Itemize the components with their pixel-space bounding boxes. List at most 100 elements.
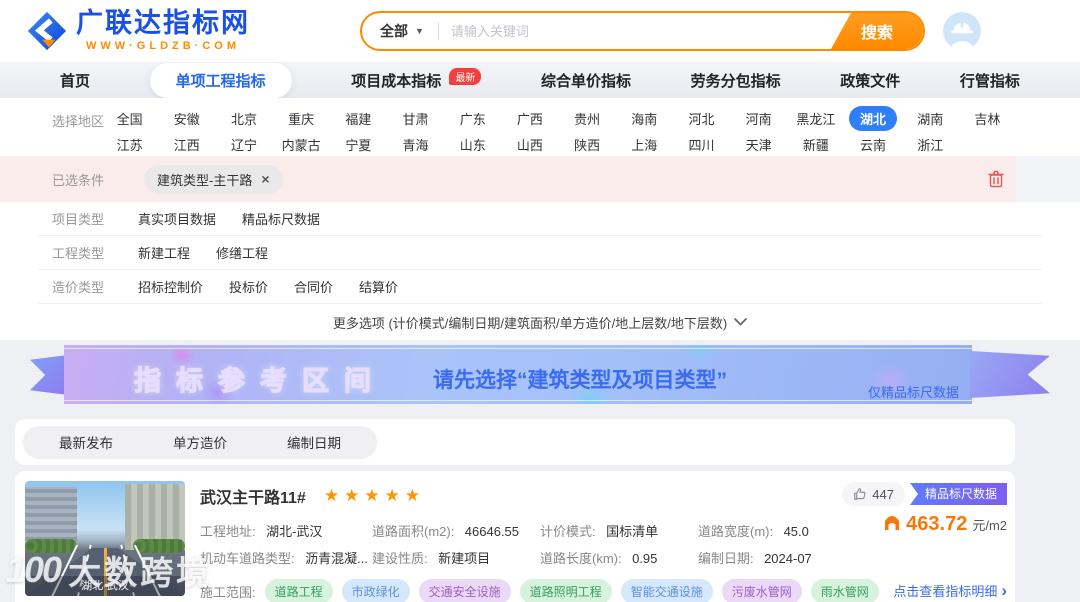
- condition-tag[interactable]: 建筑类型-主干路 ×: [144, 164, 283, 194]
- scope-tag[interactable]: 道路照明工程: [519, 579, 612, 602]
- trash-icon[interactable]: [988, 170, 1004, 188]
- region-option[interactable]: 浙江: [906, 132, 954, 157]
- region-option[interactable]: 四川: [677, 132, 725, 157]
- header: 广联达指标网 WWW·GLDZB·COM 全部 ▼ 搜索: [0, 0, 1080, 62]
- filter-option[interactable]: 精品标尺数据: [242, 209, 320, 228]
- region-option[interactable]: 广西: [506, 106, 554, 131]
- view-detail-link[interactable]: 点击查看指标明细 ›: [893, 581, 1007, 600]
- project-field: 工程地址: 湖北-武汉: [200, 521, 372, 541]
- site-logo[interactable]: 广联达指标网 WWW·GLDZB·COM: [26, 10, 250, 52]
- search-button[interactable]: 搜索: [831, 13, 923, 49]
- nav-item[interactable]: 政策文件: [840, 70, 900, 91]
- region-option[interactable]: 陕西: [563, 132, 611, 157]
- project-thumbnail[interactable]: 湖北-武汉: [25, 481, 185, 596]
- user-avatar[interactable]: [943, 12, 981, 50]
- quality-badge: 精品标尺数据: [909, 483, 1007, 505]
- region-option[interactable]: 江苏: [106, 132, 154, 157]
- nav-item-label: 项目成本指标: [351, 72, 442, 90]
- selected-conditions-label: 已选条件: [52, 172, 105, 188]
- nav-item[interactable]: 劳务分包指标: [691, 70, 781, 91]
- region-option[interactable]: 重庆: [277, 106, 325, 131]
- sort-tab[interactable]: 编制日期: [257, 432, 371, 452]
- filter-option[interactable]: 新建工程: [138, 243, 190, 262]
- field-label: 工程地址:: [200, 523, 256, 539]
- region-option[interactable]: 全国: [106, 106, 154, 131]
- region-option[interactable]: 山西: [506, 132, 554, 157]
- field-value: 新建项目: [438, 550, 491, 566]
- nav-item[interactable]: 单项工程指标: [149, 62, 292, 98]
- region-option[interactable]: 北京: [220, 106, 268, 131]
- region-option[interactable]: 内蒙古: [271, 132, 332, 157]
- region-option[interactable]: 广东: [449, 106, 497, 131]
- filter-options: 新建工程 修缮工程: [138, 243, 268, 262]
- region-option[interactable]: 上海: [620, 132, 668, 157]
- nav-item[interactable]: 首页: [60, 70, 90, 91]
- field-label: 道路宽度(m):: [698, 523, 774, 539]
- more-options-toggle[interactable]: 更多选项 (计价模式/编制日期/建筑面积/单方造价/地上层数/地下层数): [38, 304, 1042, 340]
- region-option[interactable]: 云南: [849, 132, 897, 157]
- filter-option[interactable]: 结算价: [359, 277, 398, 296]
- region-option[interactable]: 贵州: [563, 106, 611, 131]
- region-option[interactable]: 山东: [449, 132, 497, 157]
- banner-title: 指标参考区间: [133, 365, 386, 396]
- nav-item[interactable]: 行管指标: [960, 70, 1020, 91]
- region-option[interactable]: 江西: [163, 132, 211, 157]
- filter-option[interactable]: 投标价: [229, 277, 268, 296]
- region-option[interactable]: 新疆: [792, 132, 840, 157]
- region-option[interactable]: 天津: [735, 132, 783, 157]
- nav-item-label: 劳务分包指标: [690, 72, 781, 90]
- region-option[interactable]: 海南: [620, 106, 668, 131]
- close-icon[interactable]: ×: [261, 172, 269, 186]
- field-label: 机动车道路类型:: [200, 550, 295, 566]
- likes-count: 447: [872, 486, 894, 502]
- scope-tag[interactable]: 智能交通设施: [620, 579, 713, 602]
- region-option[interactable]: 吉林: [963, 106, 1011, 131]
- region-option[interactable]: 宁夏: [334, 132, 382, 157]
- region-option[interactable]: 青海: [392, 132, 440, 157]
- filter-option[interactable]: 真实项目数据: [138, 209, 216, 228]
- nav-item[interactable]: 项目成本指标 最新: [351, 67, 482, 91]
- project-field: 道路宽度(m): 45.0: [698, 521, 873, 541]
- result-card-body: 武汉主干路11# ★★★★★ 447 精品标尺数据 工程地址: 湖北-武汉 道路…: [200, 471, 1015, 602]
- region-option[interactable]: 甘肃: [392, 106, 440, 131]
- project-fields: 工程地址: 湖北-武汉 道路面积(m2): 46646.55 计价模式: 国标清…: [200, 517, 880, 571]
- search-category-dropdown[interactable]: 全部 ▼: [362, 21, 438, 41]
- scope-tag[interactable]: 道路工程: [264, 579, 333, 602]
- filter-label: 工程类型: [52, 246, 105, 261]
- region-option[interactable]: 福建: [334, 106, 382, 131]
- field-label: 道路长度(km):: [540, 550, 622, 566]
- banner: 指标参考区间 请先选择“建筑类型及项目类型” 仅精品标尺数据: [0, 340, 1080, 412]
- scope-tag[interactable]: 雨水管网: [810, 579, 879, 602]
- field-label: 道路面积(m2):: [372, 523, 455, 539]
- banner-message: 请先选择“建筑类型及项目类型”: [433, 369, 727, 392]
- filter-row-project-type: 项目类型 真实项目数据 精品标尺数据: [38, 202, 1042, 236]
- filter-option[interactable]: 修缮工程: [216, 243, 268, 262]
- filter-label: 造价类型: [52, 280, 105, 295]
- region-option[interactable]: 河南: [735, 106, 783, 131]
- nav-item-label: 行管指标: [959, 72, 1020, 90]
- filter-option[interactable]: 招标控制价: [138, 277, 203, 296]
- region-option[interactable]: 湖南: [906, 106, 954, 131]
- nav-item[interactable]: 综合单价指标: [541, 70, 631, 91]
- sort-tab[interactable]: 最新发布: [29, 432, 143, 452]
- project-field: 道路面积(m2): 46646.55: [372, 521, 540, 541]
- field-value: 国标清单: [606, 523, 659, 539]
- region-option[interactable]: 辽宁: [220, 132, 268, 157]
- likes-counter[interactable]: 447: [842, 482, 905, 506]
- project-title[interactable]: 武汉主干路11#: [200, 484, 306, 508]
- field-label: 建设性质:: [372, 550, 428, 566]
- sort-tab[interactable]: 单方造价: [143, 432, 257, 452]
- scope-tag[interactable]: 污废水管网: [721, 579, 802, 602]
- region-option[interactable]: 安徽: [163, 106, 211, 131]
- region-option[interactable]: 河北: [677, 106, 725, 131]
- scope-tag[interactable]: 市政绿化: [341, 579, 410, 602]
- project-field: 建设性质: 新建项目: [372, 548, 540, 568]
- region-filter: 选择地区 全国 安徽 北京 重庆 福建 甘肃 广东 广西 贵州 海南 河北 河南 黑龙江 湖北 湖南 吉林 江…: [0, 98, 1080, 156]
- selected-conditions: 已选条件 建筑类型-主干路 ×: [0, 156, 1016, 202]
- site-url: WWW·GLDZB·COM: [85, 40, 241, 52]
- scope-tag[interactable]: 交通安全设施: [418, 579, 511, 602]
- region-option[interactable]: 黑龙江: [785, 106, 846, 131]
- region-option[interactable]: 湖北: [849, 105, 898, 131]
- filter-option[interactable]: 合同价: [294, 277, 333, 296]
- field-value: 湖北-武汉: [266, 523, 323, 539]
